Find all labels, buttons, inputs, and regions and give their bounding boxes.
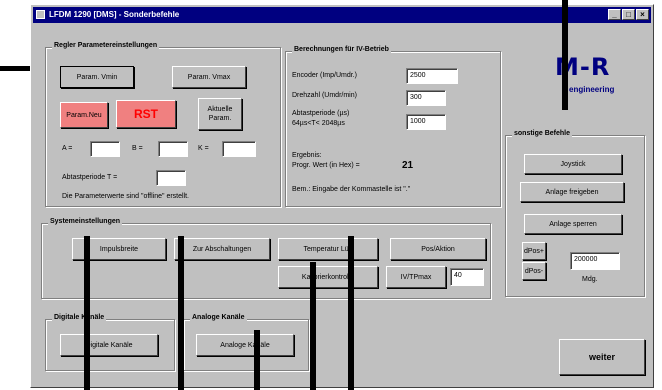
aktuelle-param-button[interactable]: Aktuelle Param.	[198, 98, 242, 130]
berechnungen-group-label: Berechnungen für IV-Betrieb	[292, 46, 391, 53]
b-input[interactable]	[158, 141, 188, 157]
annotation-line-2	[178, 236, 184, 390]
iv-tpmax-input[interactable]: 40	[450, 268, 484, 286]
ergebnis-label: Ergebnis:	[292, 152, 322, 159]
abtastperiode-us-input[interactable]: 1000	[406, 114, 446, 130]
encoder-label: Encoder (Imp/Umdr.)	[292, 72, 357, 79]
progr-label: Progr. Wert (in Hex) =	[292, 162, 360, 169]
title-bar: LFDM 1290 [DMS] - Sonderbefehle _ □ ×	[33, 7, 651, 23]
a-label: A =	[62, 145, 73, 152]
logo-subtext: engineering	[569, 85, 615, 94]
komma-note: Bem.: Eingabe der Kommastelle ist "."	[292, 186, 411, 193]
regler-group-label: Regler Parametereinstellungen	[52, 42, 160, 49]
encoder-input[interactable]: 2500	[406, 68, 458, 84]
dpos-unit-label: Mdg.	[582, 276, 598, 283]
weiter-button[interactable]: weiter	[559, 339, 645, 375]
annotation-line-top	[562, 0, 568, 110]
param-vmax-button[interactable]: Param. Vmax	[172, 66, 246, 88]
annotation-line-4	[310, 262, 316, 390]
digitale-kanale-label: Digitale Kanäle	[52, 314, 107, 321]
joystick-button[interactable]: Joystick	[524, 154, 622, 174]
minimize-button[interactable]: _	[608, 9, 621, 20]
window-menu-icon[interactable]	[36, 10, 45, 19]
main-window: LFDM 1290 [DMS] - Sonderbefehle _ □ × Re…	[30, 4, 654, 388]
mr-engineering-logo: M-R engineering	[549, 49, 629, 105]
annotation-line-3	[254, 330, 260, 390]
analoge-kanale-group: Analoge Kanäle Analoge Kanäle	[183, 314, 309, 371]
abtastperiode-input[interactable]	[156, 170, 186, 186]
dpos-input[interactable]: 200000	[570, 252, 620, 270]
pos-aktion-button[interactable]: Pos/Aktion	[390, 238, 486, 260]
anlage-freigeben-button[interactable]: Anlage freigeben	[520, 182, 624, 202]
kalibrierkontrolle-button[interactable]: Kalibrierkontrolle	[278, 266, 378, 288]
maximize-button[interactable]: □	[622, 9, 635, 20]
sonstige-befehle-group: sonstige Befehle Joystick Anlage freigeb…	[505, 130, 645, 297]
systemeinstellungen-label: Systemeinstellungen	[48, 218, 123, 225]
param-neu-button[interactable]: Param.Neu	[60, 102, 108, 128]
b-label: B =	[132, 145, 143, 152]
drehzahl-input[interactable]: 300	[406, 90, 446, 106]
abschaltungen-button[interactable]: Zur Abschaltungen	[174, 238, 270, 260]
k-input[interactable]	[222, 141, 256, 157]
systemeinstellungen-group: Systemeinstellungen Impulsbreite Zur Abs…	[41, 218, 491, 299]
progr-value: 21	[402, 160, 414, 171]
analoge-kanale-label: Analoge Kanäle	[190, 314, 247, 321]
temperatur-button[interactable]: Temperatur Lüft	[278, 238, 378, 260]
sonstige-befehle-label: sonstige Befehle	[512, 130, 573, 137]
a-input[interactable]	[90, 141, 120, 157]
analoge-kanale-button[interactable]: Analoge Kanäle	[196, 334, 294, 356]
abtastperiode-label: Abtastperiode T =	[62, 174, 118, 181]
k-label: K =	[198, 145, 209, 152]
annotation-line-5	[348, 236, 354, 390]
abtastperiode-us-label: Abtastperiode (µs)	[292, 110, 350, 117]
offline-note: Die Parameterwerte sind "offline" erstel…	[62, 193, 190, 200]
drehzahl-label: Drehzahl (Umdr/min)	[292, 92, 357, 99]
dpos-minus-button[interactable]: dPos-	[522, 262, 546, 280]
window-title: LFDM 1290 [DMS] - Sonderbefehle	[49, 10, 180, 19]
berechnungen-group: Berechnungen für IV-Betrieb Encoder (Imp…	[285, 46, 501, 207]
digitale-kanale-button[interactable]: Digitale Kanäle	[60, 334, 158, 356]
param-vmin-button[interactable]: Param. Vmin	[60, 66, 134, 88]
close-button[interactable]: ×	[636, 9, 649, 20]
anlage-sperren-button[interactable]: Anlage sperren	[524, 214, 622, 234]
digitale-kanale-group: Digitale Kanäle Digitale Kanäle	[45, 314, 175, 371]
abtastperiode-range-label: 64µs<T< 2048µs	[292, 120, 345, 127]
annotation-line-1	[84, 236, 90, 390]
iv-tpmax-button[interactable]: IV/TPmax	[386, 266, 446, 288]
rst-button[interactable]: RST	[116, 100, 176, 128]
dpos-plus-button[interactable]: dPos+	[522, 242, 546, 260]
regler-group: Regler Parametereinstellungen Param. Vmi…	[45, 42, 281, 207]
